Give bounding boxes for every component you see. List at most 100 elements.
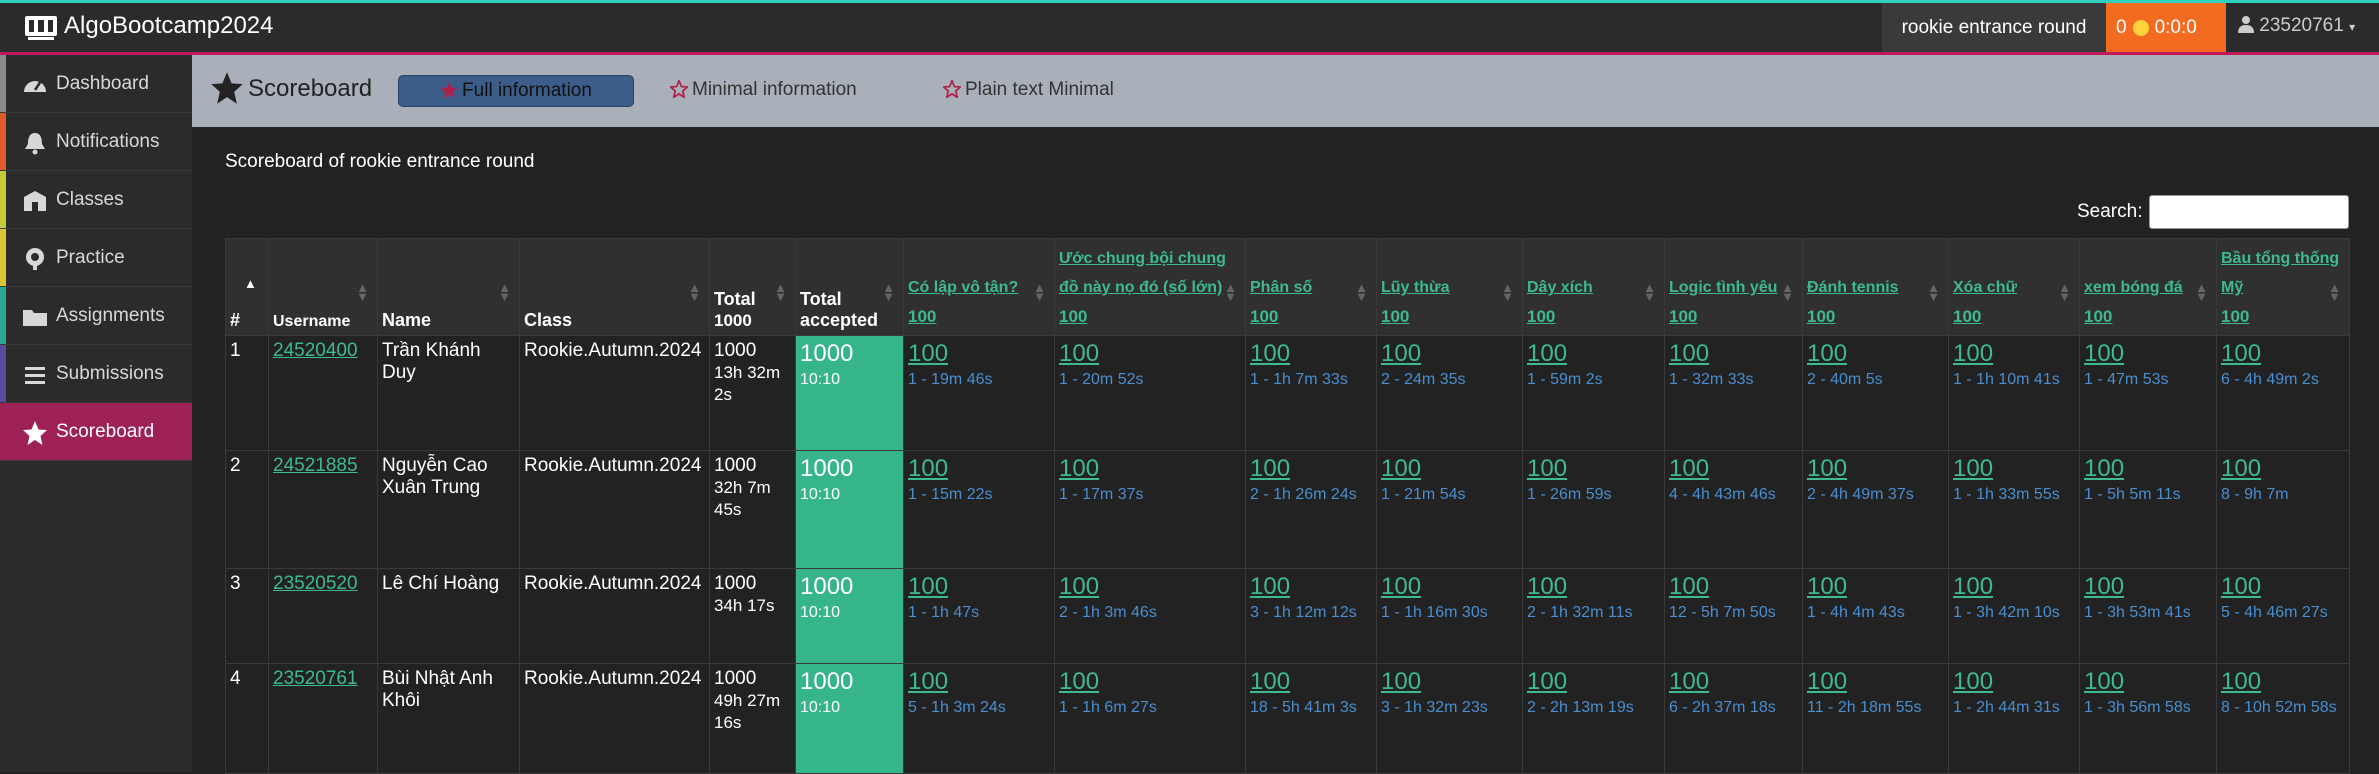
sidebar-item-notifications[interactable]: Notifications xyxy=(0,113,192,171)
problem-link[interactable]: Có lập vô tận? xyxy=(908,279,1018,296)
tab-minimal-information[interactable]: Minimal information xyxy=(668,75,857,105)
problem-score-link[interactable]: 100 xyxy=(1527,573,1567,600)
problem-score-link[interactable]: 100 xyxy=(2084,455,2124,482)
sidebar-item-submissions[interactable]: Submissions xyxy=(0,345,192,403)
problem-score-link[interactable]: 100 xyxy=(1250,573,1290,600)
brand-title[interactable]: AlgoBootcamp2024 xyxy=(64,12,273,40)
problem-link[interactable]: Lũy thừa xyxy=(1381,279,1449,296)
column-header-problem[interactable]: ▲ ▼ Đánh tennis 100 xyxy=(1802,238,1949,336)
problem-attempt-detail: 2 - 2h 13m 19s xyxy=(1527,699,1634,716)
problem-score-link[interactable]: 100 xyxy=(908,668,948,695)
sidebar-item-practice[interactable]: Practice xyxy=(0,229,192,287)
problem-score-link[interactable]: 100 xyxy=(908,340,948,367)
sidebar-item-assignments[interactable]: Assignments xyxy=(0,287,192,345)
problem-attempt-detail: 1 - 5h 5m 11s xyxy=(2084,486,2181,503)
problem-link[interactable]: xem bóng đá xyxy=(2084,279,2183,296)
problem-score-link[interactable]: 100 xyxy=(1953,573,1993,600)
rank-cell: 3 xyxy=(225,568,269,664)
problem-score-link[interactable]: 100 xyxy=(2084,668,2124,695)
problem-score-link[interactable]: 100 xyxy=(1381,573,1421,600)
problem-max-score: 100 xyxy=(1059,307,1088,326)
problem-score-link[interactable]: 100 xyxy=(2221,455,2261,482)
problem-score-link[interactable]: 100 xyxy=(1250,668,1290,695)
sidebar-item-classes[interactable]: Classes xyxy=(0,171,192,229)
column-header-problem[interactable]: ▲ ▼ Lũy thừa 100 xyxy=(1376,238,1523,336)
problem-score-link[interactable]: 100 xyxy=(2084,340,2124,367)
problem-score-link[interactable]: 100 xyxy=(1669,455,1709,482)
tab-full-information[interactable]: Full information xyxy=(398,75,634,107)
username-link[interactable]: 23520520 xyxy=(273,573,358,594)
problem-score-link[interactable]: 100 xyxy=(2221,340,2261,367)
problem-score-link[interactable]: 100 xyxy=(1807,455,1847,482)
problem-score-link[interactable]: 100 xyxy=(1669,573,1709,600)
sidebar-color-bar xyxy=(0,113,6,170)
problem-score-link[interactable]: 100 xyxy=(1381,668,1421,695)
total-score: 1000 xyxy=(714,455,757,476)
classes-icon xyxy=(24,191,46,211)
column-header-rank[interactable]: ▲ # xyxy=(225,238,269,336)
problem-score-link[interactable]: 100 xyxy=(1527,668,1567,695)
current-round[interactable]: rookie entrance round xyxy=(1882,3,2106,52)
user-menu[interactable]: 23520761 ▾ xyxy=(2238,15,2355,37)
column-header-name[interactable]: ▲ ▼ Name xyxy=(377,238,520,336)
problem-link[interactable]: Đánh tennis xyxy=(1807,279,1899,296)
header-label: Username xyxy=(273,313,351,330)
column-header-class[interactable]: ▲ ▼ Class xyxy=(519,238,710,336)
accepted-cell: 1000 10:10 xyxy=(795,450,904,569)
problem-score-link[interactable]: 100 xyxy=(1527,455,1567,482)
username-link[interactable]: 23520761 xyxy=(273,668,358,689)
problem-score-link[interactable]: 100 xyxy=(1059,455,1099,482)
column-header-accepted[interactable]: ▲ ▼ Total accepted xyxy=(795,238,904,336)
problem-score-link[interactable]: 100 xyxy=(908,573,948,600)
column-header-problem[interactable]: ▲ ▼ Xóa chữ 100 xyxy=(1948,238,2080,336)
column-header-problem[interactable]: ▲ ▼ Phân số 100 xyxy=(1245,238,1377,336)
problem-link[interactable]: Bầu tổng thống Mỹ xyxy=(2221,250,2339,296)
accepted-cell: 1000 10:10 xyxy=(795,335,904,451)
column-header-problem[interactable]: ▲ ▼ Bầu tổng thống Mỹ 100 xyxy=(2216,238,2350,336)
problem-score-link[interactable]: 100 xyxy=(1059,340,1099,367)
problem-link[interactable]: Phân số xyxy=(1250,279,1312,296)
problem-score-link[interactable]: 100 xyxy=(1669,668,1709,695)
column-header-problem[interactable]: ▲ ▼ Dây xích 100 xyxy=(1522,238,1665,336)
username-link[interactable]: 24521885 xyxy=(273,455,358,476)
name-cell: Bùi Nhật Anh Khôi xyxy=(377,663,520,774)
problem-score-link[interactable]: 100 xyxy=(2221,573,2261,600)
sidebar-item-dashboard[interactable]: Dashboard xyxy=(0,55,192,113)
problem-attempt-detail: 1 - 20m 52s xyxy=(1059,371,1144,388)
problem-link[interactable]: Dây xích xyxy=(1527,279,1593,296)
problem-score-link[interactable]: 100 xyxy=(1250,455,1290,482)
column-header-problem[interactable]: ▲ ▼ Ước chung bội chung đồ này nọ đó (số l… xyxy=(1054,238,1246,336)
tab-plain-text-minimal[interactable]: Plain text Minimal xyxy=(941,75,1114,105)
problem-link[interactable]: Logic tình yêu xyxy=(1669,279,1777,296)
problem-score-link[interactable]: 100 xyxy=(1807,573,1847,600)
problem-score-link[interactable]: 100 xyxy=(1953,668,1993,695)
problem-score-link[interactable]: 100 xyxy=(1381,340,1421,367)
problem-score-link[interactable]: 100 xyxy=(1807,668,1847,695)
column-header-username[interactable]: ▲ ▼ Username xyxy=(268,238,378,336)
problem-score-link[interactable]: 100 xyxy=(2221,668,2261,695)
sort-icon: ▲ ▼ xyxy=(498,280,511,304)
sidebar-color-bar xyxy=(0,55,6,112)
problem-link[interactable]: Xóa chữ xyxy=(1953,279,2017,296)
problem-score-link[interactable]: 100 xyxy=(1807,340,1847,367)
column-header-problem[interactable]: ▲ ▼ Logic tình yêu 100 xyxy=(1664,238,1803,336)
problem-score-link[interactable]: 100 xyxy=(1059,573,1099,600)
problem-score-link[interactable]: 100 xyxy=(2084,573,2124,600)
problem-link[interactable]: Ước chung bội chung đồ này nọ đó (số lớn… xyxy=(1059,250,1226,296)
problem-score-link[interactable]: 100 xyxy=(908,455,948,482)
problem-score-link[interactable]: 100 xyxy=(1381,455,1421,482)
class-cell: Rookie.Autumn.2024 xyxy=(519,663,710,774)
search-input[interactable] xyxy=(2149,195,2349,229)
problem-score-link[interactable]: 100 xyxy=(1669,340,1709,367)
sidebar-item-scoreboard[interactable]: Scoreboard xyxy=(0,403,192,461)
column-header-problem[interactable]: ▲ ▼ xem bóng đá 100 xyxy=(2079,238,2217,336)
column-header-problem[interactable]: ▲ ▼ Có lập vô tận? 100 xyxy=(903,238,1055,336)
username-link[interactable]: 24520400 xyxy=(273,340,358,361)
problem-score-link[interactable]: 100 xyxy=(1953,455,1993,482)
problem-score-link[interactable]: 100 xyxy=(1250,340,1290,367)
problem-score-link[interactable]: 100 xyxy=(1059,668,1099,695)
column-header-total[interactable]: ▲ ▼ Total 1000 xyxy=(709,238,796,336)
problem-score-link[interactable]: 100 xyxy=(1527,340,1567,367)
problem-score-link[interactable]: 100 xyxy=(1953,340,1993,367)
app-logo-icon[interactable] xyxy=(24,12,58,42)
